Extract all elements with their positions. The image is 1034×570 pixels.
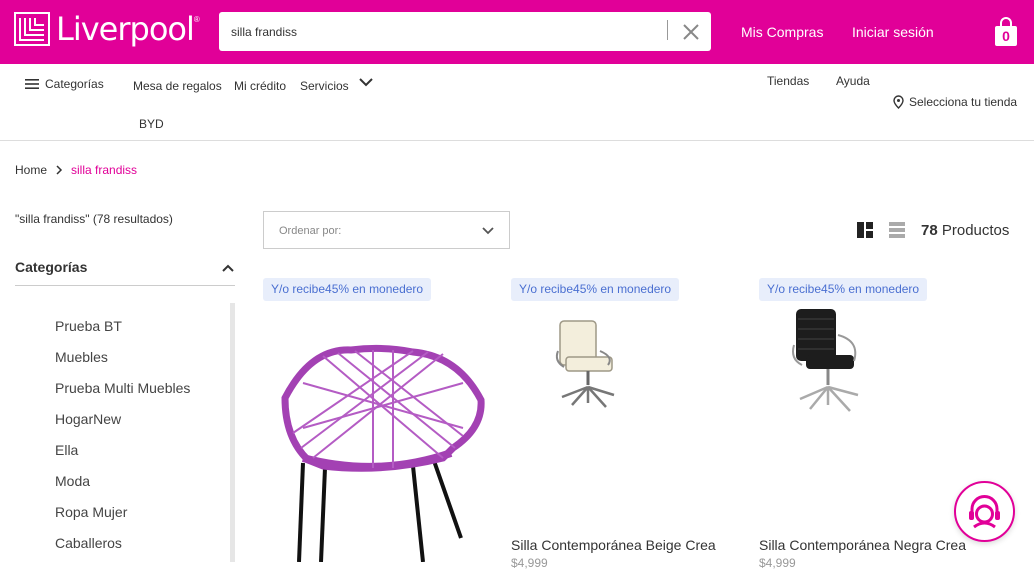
support-agent-icon: [969, 495, 1000, 529]
cashback-badge: Y/o recibe45% en monedero: [759, 278, 928, 301]
chevron-down-icon[interactable]: [358, 76, 374, 88]
categories-menu-button[interactable]: Categorías: [25, 77, 104, 91]
product-name[interactable]: Silla Contemporánea Negra Crea: [759, 537, 966, 553]
category-list: Prueba BT Muebles Prueba Multi Muebles H…: [55, 316, 190, 564]
beige-office-chair-image[interactable]: [548, 315, 628, 410]
secondary-nav: Categorías Mesa de regalos Mi crédito Se…: [0, 64, 1034, 141]
logo-text: Liverpool: [56, 10, 195, 48]
top-header: Liverpool ® Mis Compras Iniciar sesión 0: [0, 0, 1034, 64]
liverpool-logo[interactable]: Liverpool ®: [14, 12, 200, 46]
chevron-right-icon: [56, 165, 63, 175]
location-pin-icon: [893, 95, 904, 109]
search-input[interactable]: [231, 12, 661, 51]
services-link[interactable]: Servicios: [300, 79, 349, 93]
grid-view-icon[interactable]: [857, 222, 873, 238]
logo-registered-mark: ®: [193, 14, 200, 24]
shopping-bag-button[interactable]: 0: [993, 17, 1019, 47]
category-item[interactable]: HogarNew: [55, 409, 190, 440]
purple-chair-image[interactable]: [263, 308, 495, 562]
hamburger-icon: [25, 79, 39, 89]
sort-dropdown[interactable]: Ordenar por:: [263, 211, 510, 249]
chevron-up-icon[interactable]: [221, 261, 235, 275]
search-box: [219, 12, 711, 51]
list-view-icon[interactable]: [889, 222, 905, 238]
product-count: 78 Productos: [921, 222, 1009, 239]
category-item[interactable]: Ropa Mujer: [55, 502, 190, 533]
product-price: $4,999: [511, 556, 548, 570]
category-item[interactable]: Prueba Multi Muebles: [55, 378, 190, 409]
product-name[interactable]: Silla Contemporánea Beige Crea: [511, 537, 716, 553]
close-icon[interactable]: [681, 22, 701, 42]
category-item[interactable]: Moda: [55, 471, 190, 502]
category-item[interactable]: Caballeros: [55, 533, 190, 564]
category-filter-title: Categorías: [15, 259, 88, 275]
stores-link[interactable]: Tiendas: [767, 74, 809, 88]
bag-count: 0: [1002, 28, 1010, 44]
product-count-label: Productos: [941, 222, 1010, 239]
my-purchases-link[interactable]: Mis Compras: [741, 24, 823, 40]
liverpool-logo-icon: [14, 12, 50, 46]
product-count-number: 78: [921, 222, 938, 239]
breadcrumb-current: silla frandiss: [71, 163, 138, 177]
cashback-badge: Y/o recibe45% en monedero: [263, 278, 432, 301]
byd-link[interactable]: BYD: [139, 117, 164, 131]
product-price: $4,999: [759, 556, 796, 570]
breadcrumb: Home silla frandiss: [15, 163, 137, 177]
cashback-badge: Y/o recibe45% en monedero: [511, 278, 680, 301]
category-item[interactable]: Prueba BT: [55, 316, 190, 347]
gift-table-link[interactable]: Mesa de regalos: [133, 79, 222, 93]
select-store-link[interactable]: Selecciona tu tienda: [893, 95, 1017, 109]
results-summary: "silla frandiss" (78 resultados): [15, 212, 173, 226]
category-item[interactable]: Ella: [55, 440, 190, 471]
sort-placeholder: Ordenar por:: [279, 225, 342, 237]
search-divider: [667, 20, 668, 40]
help-chat-button[interactable]: [954, 481, 1015, 542]
black-office-chair-image[interactable]: [788, 305, 868, 415]
help-link[interactable]: Ayuda: [836, 74, 870, 88]
credit-link[interactable]: Mi crédito: [234, 79, 286, 93]
select-store-label: Selecciona tu tienda: [909, 95, 1018, 109]
categories-menu-label: Categorías: [45, 77, 104, 91]
breadcrumb-home[interactable]: Home: [15, 163, 47, 177]
sign-in-link[interactable]: Iniciar sesión: [852, 24, 934, 40]
category-filter-header[interactable]: Categorías: [15, 259, 235, 286]
category-scrollbar[interactable]: [230, 303, 235, 562]
chevron-down-icon: [482, 227, 494, 235]
category-item[interactable]: Muebles: [55, 347, 190, 378]
